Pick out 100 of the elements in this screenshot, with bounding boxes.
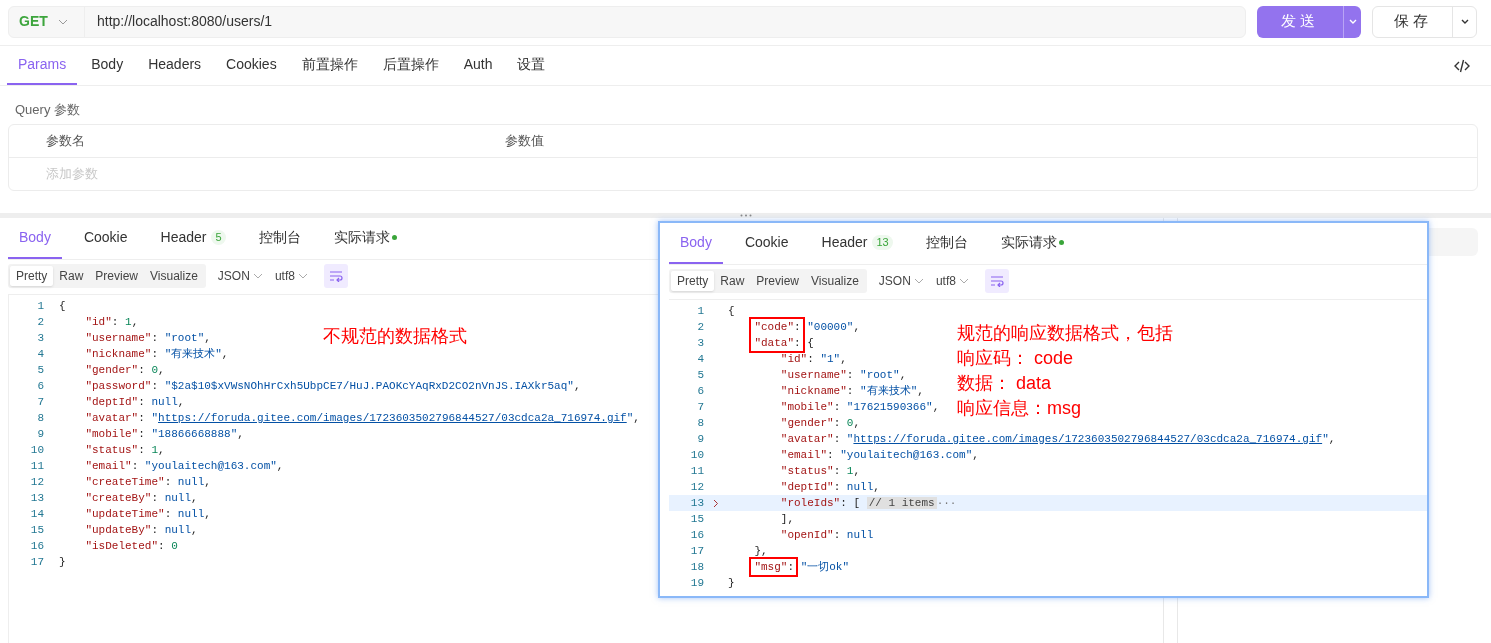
tab[interactable]: Header 13: [810, 223, 904, 264]
line-number: 9: [696, 431, 704, 447]
tab[interactable]: 控制台: [247, 218, 312, 259]
line-number: 14: [29, 506, 44, 522]
code-line: "openId": null: [779, 528, 874, 543]
url-text[interactable]: http://localhost:8080/users/1: [85, 11, 273, 32]
send-options-button[interactable]: [1343, 5, 1361, 38]
tab[interactable]: Body: [8, 218, 62, 259]
line-number: 2: [696, 319, 704, 335]
tab[interactable]: Cookie: [733, 223, 800, 264]
line-number: 16: [29, 538, 44, 554]
code-line: "username": "root",: [779, 368, 907, 383]
line-number: 4: [696, 351, 704, 367]
annotation-text: 规范的响应数据格式，包括: [957, 322, 1173, 345]
view-mode-tab[interactable]: Raw: [714, 271, 751, 291]
code-line: "username": "root",: [84, 331, 211, 346]
line-number: 19: [689, 575, 704, 591]
view-mode-tab[interactable]: Visualize: [805, 271, 865, 291]
line-number: 6: [36, 378, 44, 394]
code-line: }: [728, 576, 735, 591]
code-line: {: [59, 299, 66, 314]
code-line: "avatar": "https://foruda.gitee.com/images/1723603502796844527/03cdca2a_716974.gif",: [84, 411, 640, 426]
tab[interactable]: Body: [80, 46, 135, 85]
tab[interactable]: Auth: [452, 46, 504, 85]
code-line: "deptId": null,: [84, 395, 185, 410]
view-mode-tab[interactable]: Pretty: [10, 266, 54, 286]
section-title: Query 参数: [14, 101, 81, 119]
wrap-lines-icon: [989, 275, 1004, 287]
annotation-text: 数据： data: [957, 372, 1053, 395]
tab[interactable]: Params: [7, 46, 78, 85]
chevron-down-icon: [913, 278, 924, 284]
code-line: "updateTime": null,: [84, 507, 211, 522]
code-line: },: [753, 544, 768, 559]
line-number: 1: [696, 303, 704, 319]
code-line: "id": 1,: [84, 315, 139, 330]
tab[interactable]: Cookies: [215, 46, 288, 85]
chevron-down-icon: [252, 273, 263, 279]
tab[interactable]: 后置操作: [371, 46, 450, 85]
code-line: "createTime": null,: [84, 475, 211, 490]
link[interactable]: https://foruda.gitee.com/images/1723603502796844527/03cdca2a_716974.gif: [158, 412, 627, 424]
line-number: 13: [689, 495, 704, 511]
code-line: "createBy": null,: [84, 491, 198, 506]
format-dropdown[interactable]: JSON: [878, 272, 924, 290]
code-line: "nickname": "有来技术",: [779, 384, 924, 399]
tab[interactable]: 实际请求: [989, 223, 1075, 264]
annotation-text: 响应码： code: [957, 347, 1075, 370]
wrap-lines-icon: [328, 270, 343, 282]
tab[interactable]: Header 5: [149, 218, 237, 259]
tab[interactable]: Headers: [137, 46, 213, 85]
line-number: 1: [36, 298, 44, 314]
annotation-text: 不规范的数据格式: [323, 325, 467, 348]
line-number: 17: [29, 554, 44, 570]
code-line: "password": "$2a$10$xVWsNOhHrCxh5UbpCE7/HuJ.PAOKcYAqRxD2CO2nVnJS.IAXkr5aq",: [84, 379, 581, 394]
tab[interactable]: 设置: [506, 46, 557, 85]
code-line: "status": 1,: [779, 464, 861, 479]
code-line: "email": "youlaitech@163.com",: [779, 448, 979, 463]
code-line: "nickname": "有来技术",: [84, 347, 229, 362]
code-line: "roleIds": [ // 1 items ···: [779, 496, 957, 511]
fold-chevron-icon[interactable]: [713, 498, 719, 508]
count-badge: 5: [211, 230, 226, 245]
annotation-text: 响应信息：msg: [957, 397, 1082, 420]
chevron-down-icon: [1348, 19, 1357, 24]
line-number: 7: [696, 399, 704, 415]
view-mode-tab[interactable]: Visualize: [144, 266, 204, 286]
line-number: 8: [696, 415, 704, 431]
line-number: 5: [36, 362, 44, 378]
tab[interactable]: Cookie: [72, 218, 139, 259]
chevron-down-icon: [1460, 19, 1469, 24]
code-line: "updateBy": null,: [84, 523, 198, 538]
link[interactable]: https://foruda.gitee.com/images/1723603502796844527/03cdca2a_716974.gif: [853, 433, 1323, 445]
view-mode-tab[interactable]: Raw: [53, 266, 90, 286]
view-mode-tab[interactable]: Preview: [89, 266, 145, 286]
code-line: "deptId": null,: [779, 480, 880, 495]
drag-handle-icon[interactable]: [739, 214, 752, 217]
tab[interactable]: 前置操作: [290, 46, 369, 85]
encoding-dropdown[interactable]: utf8: [935, 272, 969, 290]
line-number: 17: [689, 543, 704, 559]
code-icon[interactable]: [1454, 58, 1470, 73]
tab[interactable]: 控制台: [914, 223, 979, 264]
line-number: 12: [29, 474, 44, 490]
code-line: "avatar": "https://foruda.gitee.com/images/1723603502796844527/03cdca2a_716974.gif",: [779, 432, 1336, 447]
code-line: "email": "youlaitech@163.com",: [84, 459, 284, 474]
view-mode-tab[interactable]: Preview: [750, 271, 806, 291]
encoding-dropdown[interactable]: utf8: [274, 267, 308, 285]
line-number: 11: [689, 463, 704, 479]
tab[interactable]: Body: [669, 223, 723, 264]
view-mode-tab[interactable]: Pretty: [671, 271, 715, 291]
send-button[interactable]: 发送: [1257, 5, 1343, 38]
line-number: 10: [29, 442, 44, 458]
line-number: 11: [29, 458, 44, 474]
url-bar[interactable]: GET http://localhost:8080/users/1: [8, 5, 1246, 38]
code-line: {: [728, 304, 735, 319]
format-dropdown[interactable]: JSON: [217, 267, 263, 285]
wrap-lines-button[interactable]: [984, 269, 1009, 293]
line-number: 2: [36, 314, 44, 330]
count-badge: 13: [872, 235, 893, 250]
line-number: 4: [36, 346, 44, 362]
line-number: 15: [689, 511, 704, 527]
wrap-lines-button[interactable]: [323, 264, 348, 288]
tab[interactable]: 实际请求: [322, 218, 408, 259]
